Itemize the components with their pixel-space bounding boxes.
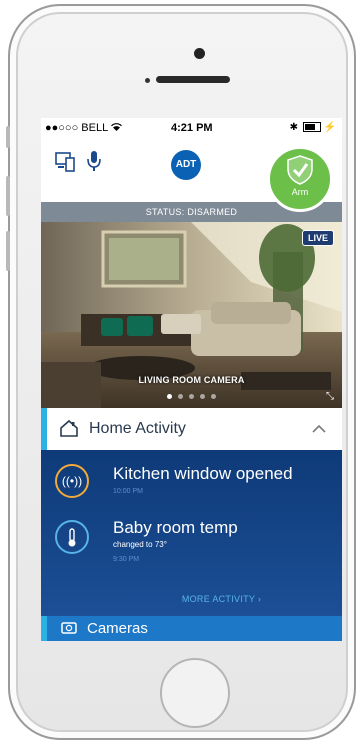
app-screen: ●●○○○ BELL 4:21 PM ✱ ⚡ ADT Arm STATUS: D…	[41, 118, 342, 641]
charging-icon: ⚡	[323, 122, 336, 133]
activity-time: 10:00 PM	[113, 488, 143, 495]
earpiece-speaker	[156, 76, 230, 83]
sensor-icon: ((•))	[55, 464, 89, 498]
bluetooth-icon: ✱	[289, 122, 298, 133]
microphone-icon[interactable]	[87, 150, 101, 177]
adt-logo: ADT	[171, 150, 201, 180]
proximity-sensor	[145, 78, 150, 83]
carrier-text: ●●○○○ BELL	[45, 122, 108, 134]
arm-label: Arm	[291, 187, 309, 197]
carousel-dot[interactable]	[200, 394, 205, 399]
camera-name: LIVING ROOM CAMERA	[138, 375, 245, 385]
more-activity-link[interactable]: MORE ACTIVITY ›	[41, 594, 342, 604]
home-activity-header[interactable]: Home Activity	[41, 408, 342, 450]
live-badge: LIVE	[301, 230, 334, 246]
status-bar: ●●○○○ BELL 4:21 PM ✱ ⚡	[41, 118, 342, 138]
thermometer-icon	[55, 520, 89, 554]
carrier-label: ●●○○○ BELL	[45, 122, 122, 134]
camera-icon	[61, 620, 77, 637]
activity-title: Baby room temp	[113, 518, 238, 537]
cameras-header[interactable]: Cameras	[41, 616, 342, 641]
section-title: Home Activity	[89, 420, 186, 437]
chevron-up-icon[interactable]	[312, 420, 326, 436]
activity-title: Kitchen window opened	[113, 464, 293, 483]
mute-switch	[6, 126, 10, 148]
home-button[interactable]	[160, 658, 230, 728]
status-right: ✱ ⚡	[290, 122, 336, 133]
app-header: ADT Arm	[41, 138, 342, 212]
status-time: 4:21 PM	[171, 122, 213, 134]
battery-icon	[302, 122, 321, 133]
activity-list: ((•)) Kitchen window opened 10:00 PM Bab…	[41, 450, 342, 616]
wifi-icon	[110, 122, 122, 134]
activity-subtitle: changed to 73°	[113, 540, 167, 549]
activity-time: 9:30 PM	[113, 556, 140, 563]
carousel-dot[interactable]	[189, 394, 194, 399]
volume-up-button	[6, 176, 10, 216]
volume-down-button	[6, 231, 10, 271]
carousel-dot[interactable]	[178, 394, 183, 399]
fullscreen-icon[interactable]: ⤡	[326, 391, 334, 402]
devices-icon[interactable]	[55, 152, 77, 177]
arm-button[interactable]: Arm	[267, 146, 333, 212]
camera-feed[interactable]: LIVE LIVING ROOM CAMERA ⤡	[41, 222, 342, 408]
front-camera	[194, 48, 205, 59]
house-icon	[59, 419, 79, 442]
section-title: Cameras	[87, 620, 148, 637]
carousel-dot[interactable]	[211, 394, 216, 399]
carousel-dot[interactable]	[167, 394, 172, 399]
carousel-dots[interactable]	[41, 394, 342, 399]
